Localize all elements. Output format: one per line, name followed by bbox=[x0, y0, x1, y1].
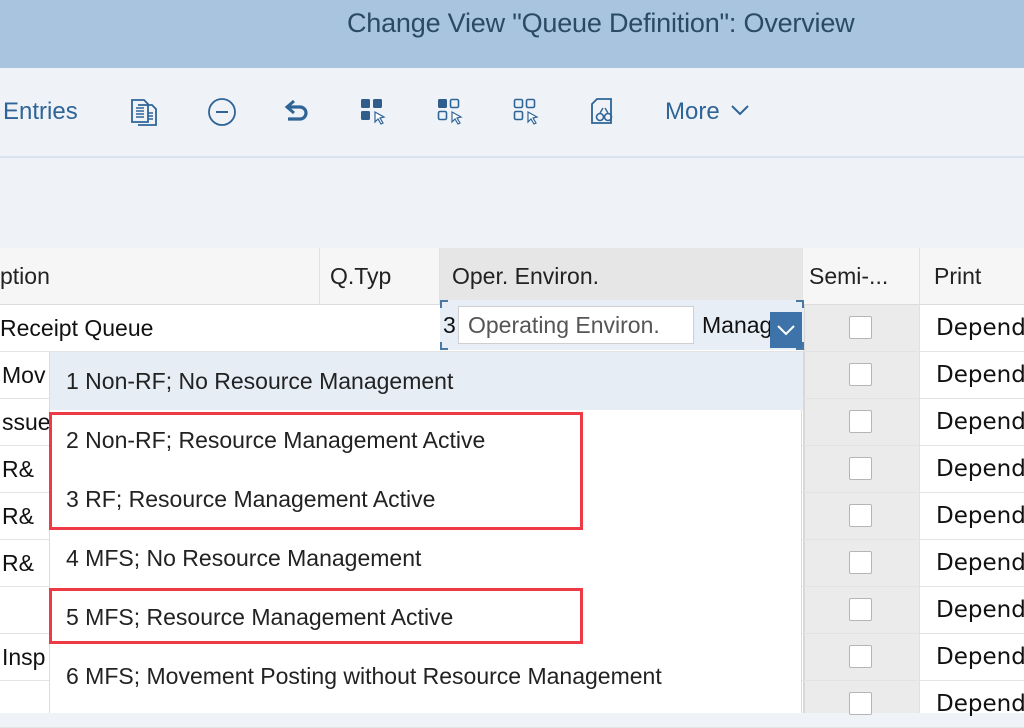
semi-checkbox[interactable] bbox=[849, 410, 872, 433]
copy-icon bbox=[128, 96, 160, 128]
oper-environ-dropdown-list: 1 Non-RF; No Resource Management 2 Non-RF… bbox=[49, 352, 803, 713]
select-all-button[interactable] bbox=[358, 94, 390, 130]
oper-environ-combobox[interactable]: 3 Manage Operating Environ. bbox=[440, 300, 804, 350]
dropdown-option-5[interactable]: 5 MFS; Resource Management Active bbox=[50, 588, 803, 646]
undo-icon bbox=[282, 96, 314, 128]
focus-bracket bbox=[440, 300, 448, 308]
page-title: Change View "Queue Definition": Overview bbox=[347, 8, 855, 38]
cell-description[interactable]: Receipt Queue bbox=[0, 305, 318, 351]
cell-print[interactable]: Depend bbox=[920, 681, 1024, 727]
cell-print[interactable]: Depend bbox=[920, 352, 1024, 398]
delete-button[interactable] bbox=[206, 94, 238, 130]
semi-checkbox[interactable] bbox=[849, 504, 872, 527]
semi-checkbox[interactable] bbox=[849, 316, 872, 339]
delete-icon bbox=[206, 96, 238, 128]
print-preview-button[interactable] bbox=[588, 94, 620, 130]
sub-header-area bbox=[0, 160, 1024, 248]
semi-checkbox[interactable] bbox=[849, 692, 872, 715]
dropdown-option-1[interactable]: 1 Non-RF; No Resource Management bbox=[50, 352, 803, 410]
column-header-print[interactable]: Print bbox=[920, 248, 1024, 305]
cell-print[interactable]: Depend bbox=[920, 399, 1024, 445]
toolbar: Entries More bbox=[0, 68, 1024, 158]
dropdown-option-2[interactable]: 2 Non-RF; Resource Management Active bbox=[50, 411, 803, 469]
focus-bracket bbox=[796, 300, 804, 308]
deselect-all-button[interactable] bbox=[511, 94, 543, 130]
field-tooltip: Operating Environ. bbox=[458, 306, 694, 344]
dropdown-option-6[interactable]: 6 MFS; Movement Posting without Resource… bbox=[50, 647, 803, 705]
more-menu-button[interactable]: More bbox=[665, 94, 750, 130]
entries-label: Entries bbox=[3, 98, 78, 125]
dropdown-toggle-button[interactable] bbox=[770, 312, 802, 348]
column-header-semi[interactable]: Semi-... bbox=[803, 248, 920, 305]
undo-button[interactable] bbox=[282, 94, 314, 130]
cell-print[interactable]: Depend bbox=[920, 540, 1024, 586]
dropdown-option-3[interactable]: 3 RF; Resource Management Active bbox=[50, 470, 803, 528]
print-preview-icon bbox=[588, 96, 620, 128]
cell-print[interactable]: Depend bbox=[920, 587, 1024, 633]
semi-checkbox[interactable] bbox=[849, 363, 872, 386]
cell-print[interactable]: Depend bbox=[920, 634, 1024, 680]
cell-print[interactable]: Depend bbox=[920, 446, 1024, 492]
cell-qtyp[interactable] bbox=[330, 305, 440, 351]
title-bar: Change View "Queue Definition": Overview bbox=[0, 0, 1024, 68]
column-header-qtyp[interactable]: Q.Typ bbox=[320, 248, 440, 305]
dropdown-option-4[interactable]: 4 MFS; No Resource Management bbox=[50, 529, 803, 587]
select-block-icon bbox=[435, 96, 467, 128]
semi-checkbox[interactable] bbox=[849, 457, 872, 480]
column-header-description[interactable]: ption bbox=[0, 248, 320, 305]
select-block-button[interactable] bbox=[435, 94, 467, 130]
semi-checkbox[interactable] bbox=[849, 551, 872, 574]
chevron-down-icon bbox=[730, 103, 750, 122]
combobox-value-prefix: 3 bbox=[443, 312, 456, 338]
semi-checkbox[interactable] bbox=[849, 598, 872, 621]
entries-button[interactable]: Entries bbox=[3, 94, 78, 130]
focus-bracket bbox=[440, 342, 448, 350]
chevron-down-icon bbox=[777, 325, 795, 336]
select-all-icon bbox=[358, 96, 390, 128]
cell-print[interactable]: Depend bbox=[920, 493, 1024, 539]
more-label: More bbox=[665, 98, 720, 125]
copy-button[interactable] bbox=[128, 94, 160, 130]
cell-print[interactable]: Depend bbox=[920, 305, 1024, 351]
deselect-all-icon bbox=[511, 96, 543, 128]
column-header-oper-environ[interactable]: Oper. Environ. bbox=[440, 248, 803, 305]
semi-checkbox[interactable] bbox=[849, 645, 872, 668]
